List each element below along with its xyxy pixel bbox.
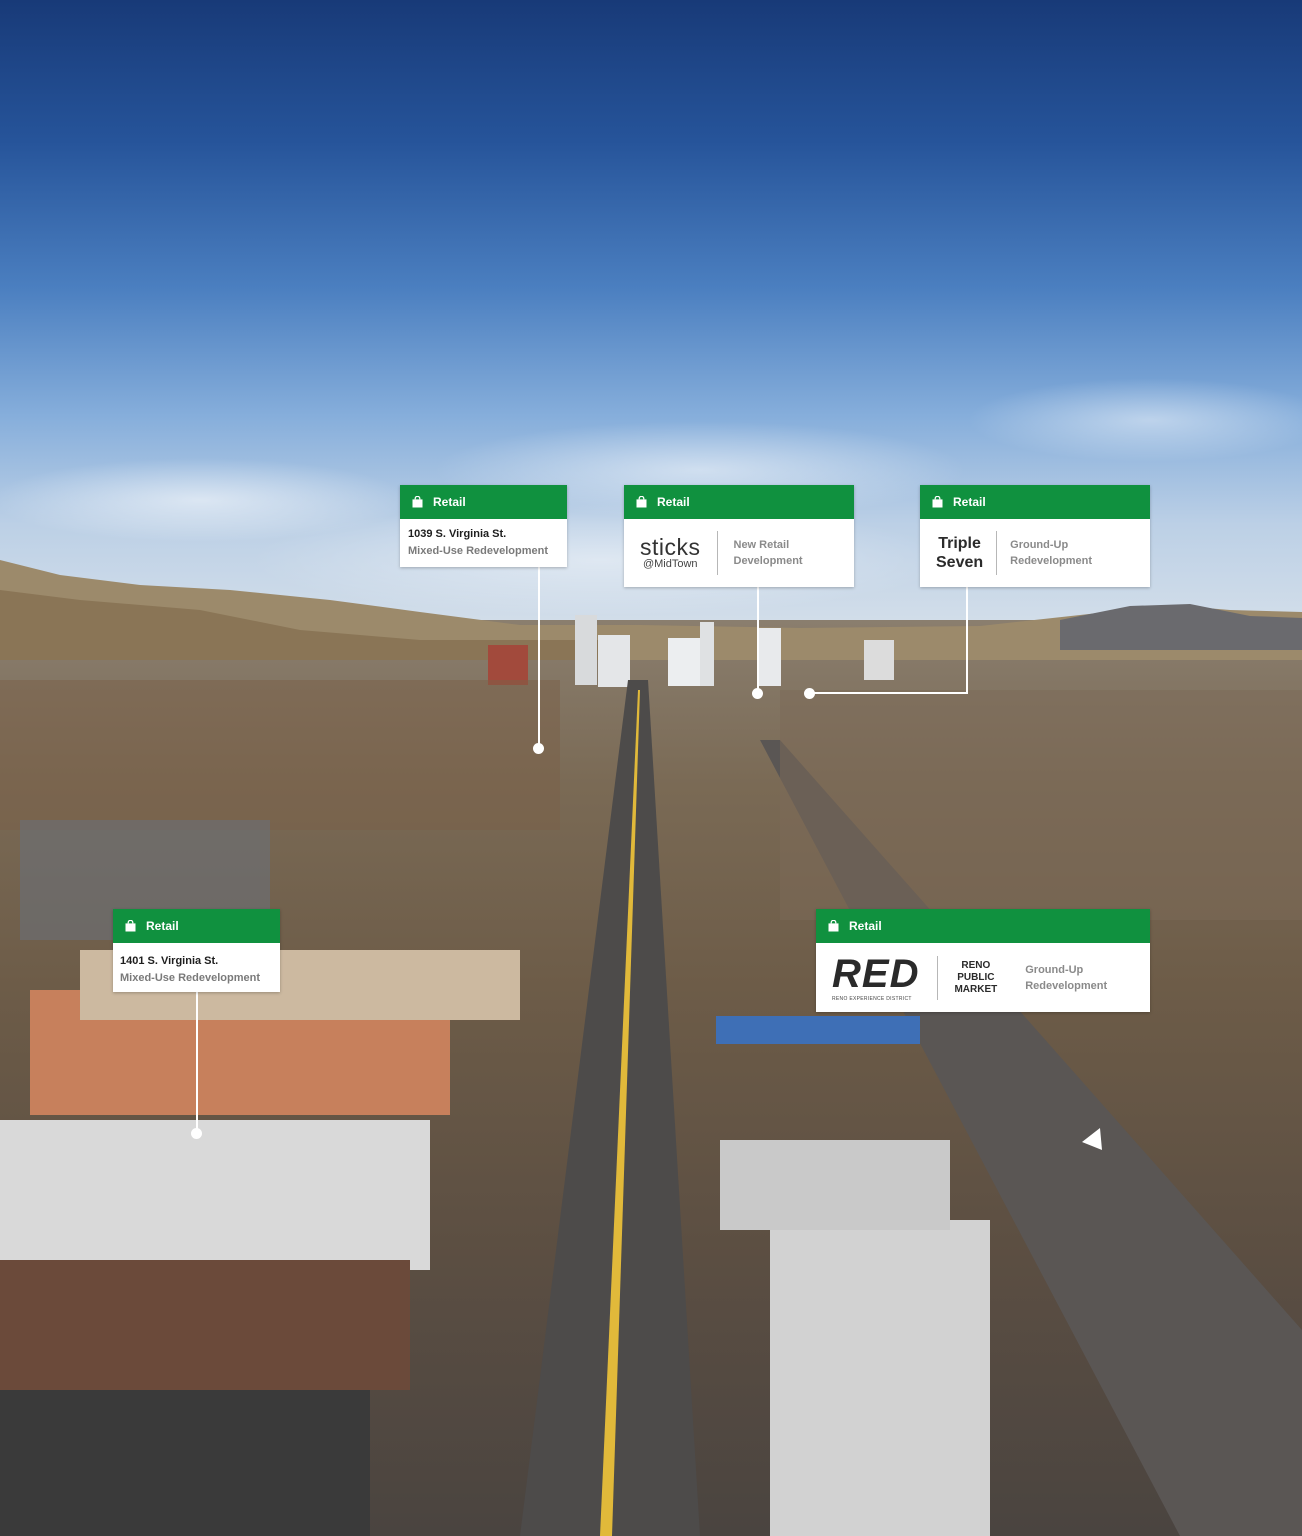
triple-seven-logo: Triple Seven (936, 534, 983, 572)
card-1039-virginia[interactable]: Retail 1039 S. Virginia St. Mixed-Use Re… (400, 485, 567, 567)
marker-triple-seven (804, 688, 815, 699)
red-logo: RED RENO EXPERIENCE DISTRICT (832, 954, 919, 1002)
shopping-bag-icon (412, 496, 423, 508)
card-body: 1039 S. Virginia St. Mixed-Use Redevelop… (400, 519, 567, 560)
logo-line-2: Seven (936, 554, 984, 571)
card-header: Retail (816, 909, 1150, 943)
card-body: 1401 S. Virginia St. Mixed-Use Redevelop… (113, 943, 280, 987)
card-category: Retail (146, 919, 179, 933)
card-description: Ground-Up Redevelopment (1025, 962, 1107, 994)
card-header: Retail (113, 909, 280, 943)
card-subtitle: Mixed-Use Redevelopment (120, 972, 260, 984)
card-address: 1039 S. Virginia St. (408, 528, 507, 540)
card-divider (937, 955, 939, 1000)
desc-line-2: Redevelopment (1025, 979, 1108, 992)
sticks-logo-sub: @MidTown (642, 558, 698, 570)
card-description: New Retail Development (734, 537, 803, 569)
card-subtitle: Mixed-Use Redevelopment (408, 545, 548, 557)
card-body: sticks @MidTown New Retail Development (624, 519, 854, 587)
leader-line-triple-seven-horizontal (810, 692, 968, 694)
red-logo-sub: RENO EXPERIENCE DISTRICT (832, 995, 912, 1002)
card-sticks-midtown[interactable]: Retail sticks @MidTown New Retail Develo… (624, 485, 854, 587)
sticks-logo-main: sticks (640, 534, 701, 560)
leader-line-sticks (757, 587, 759, 693)
card-reno-public-market[interactable]: Retail RED RENO EXPERIENCE DISTRICT RENO… (816, 909, 1150, 1012)
card-triple-seven[interactable]: Retail Triple Seven Ground-Up Redevelopm… (920, 485, 1150, 587)
landscape-illustration (0, 560, 1302, 1536)
card-body: RED RENO EXPERIENCE DISTRICT RENO PUBLIC… (816, 943, 1150, 1012)
shopping-bag-icon (828, 920, 839, 932)
desc-line-1: Ground-Up (1025, 963, 1084, 976)
leader-line-1401 (196, 992, 198, 1132)
card-address: 1401 S. Virginia St. (120, 955, 219, 967)
card-divider (716, 531, 718, 575)
desc-line-2: Development (733, 555, 803, 567)
rpm-line-2: PUBLIC (957, 971, 995, 983)
red-logo-main: RED (832, 951, 920, 996)
card-category: Retail (849, 919, 882, 933)
shopping-bag-icon (636, 496, 647, 508)
reno-public-market-logo: RENO PUBLIC MARKET (954, 960, 997, 996)
card-header: Retail (624, 485, 854, 519)
rpm-line-3: MARKET (954, 983, 998, 995)
card-1401-virginia[interactable]: Retail 1401 S. Virginia St. Mixed-Use Re… (113, 909, 280, 992)
card-body: Triple Seven Ground-Up Redevelopment (920, 519, 1150, 587)
card-category: Retail (953, 495, 986, 509)
rpm-line-1: RENO (961, 959, 991, 971)
marker-1039 (533, 743, 544, 754)
marker-sticks (752, 688, 763, 699)
leader-line-triple-seven-vertical (966, 587, 968, 693)
desc-line-2: Redevelopment (1010, 555, 1093, 567)
card-divider (996, 531, 998, 575)
sticks-logo: sticks @MidTown (640, 534, 701, 571)
shopping-bag-icon (125, 920, 136, 932)
aerial-photo (0, 0, 1302, 1536)
card-category: Retail (657, 495, 690, 509)
card-description: Ground-Up Redevelopment (1010, 537, 1092, 569)
shopping-bag-icon (932, 496, 943, 508)
logo-line-1: Triple (938, 535, 981, 552)
leader-line-1039 (538, 567, 540, 747)
card-header: Retail (400, 485, 567, 519)
card-category: Retail (433, 495, 466, 509)
card-header: Retail (920, 485, 1150, 519)
marker-1401 (191, 1128, 202, 1139)
desc-line-1: New Retail (733, 539, 790, 551)
desc-line-1: Ground-Up (1010, 539, 1069, 551)
